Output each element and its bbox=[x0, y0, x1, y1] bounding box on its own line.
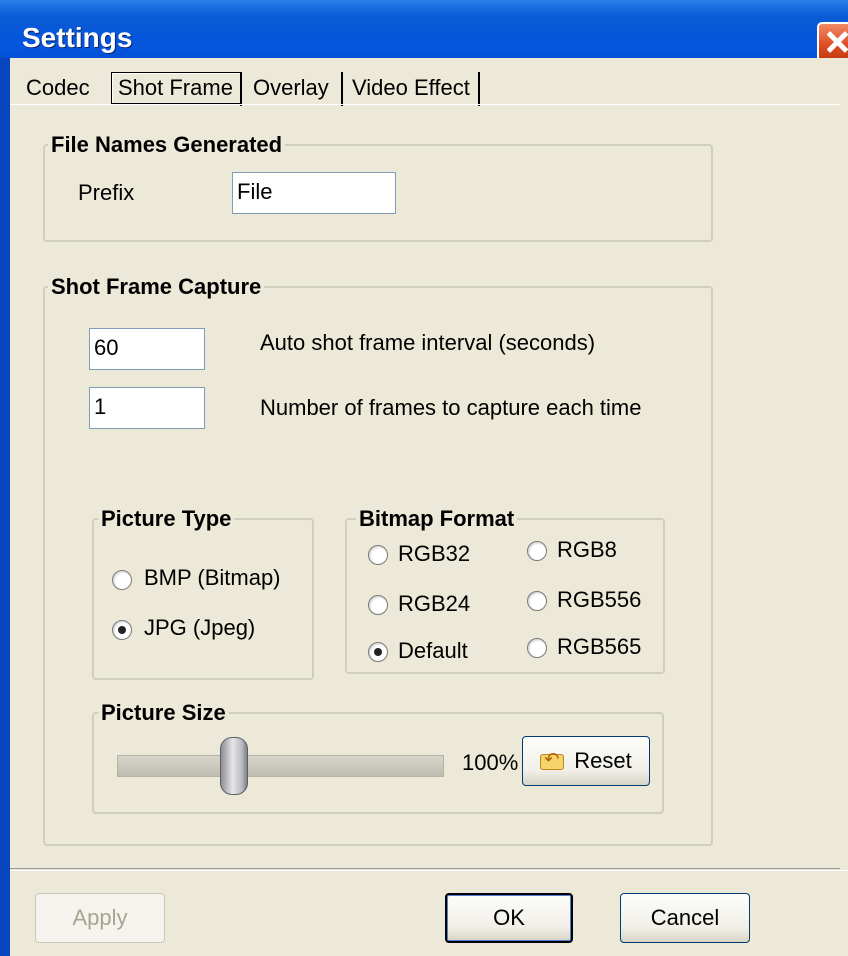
rgb32-radio[interactable] bbox=[368, 545, 388, 565]
tab-divider bbox=[478, 72, 480, 106]
default-radio[interactable] bbox=[368, 642, 388, 662]
reset-button[interactable]: ↶ Reset bbox=[522, 736, 650, 786]
default-radio-label: Default bbox=[398, 638, 468, 663]
footer-separator bbox=[10, 870, 848, 871]
picture-size-value: 100% bbox=[462, 750, 519, 775]
apply-button[interactable]: Apply bbox=[35, 893, 165, 943]
picture-type-group-label: Picture Type bbox=[98, 506, 235, 532]
tab-codec[interactable]: Codec bbox=[20, 70, 96, 106]
shot-frame-capture-group-label: Shot Frame Capture bbox=[48, 274, 265, 300]
window-border bbox=[0, 58, 10, 956]
tab-overlay[interactable]: Overlay bbox=[247, 70, 335, 106]
rgb24-radio-label: RGB24 bbox=[398, 591, 471, 616]
picture-size-group-label: Picture Size bbox=[98, 700, 229, 726]
prefix-input[interactable]: File bbox=[232, 172, 396, 214]
tab-divider bbox=[341, 72, 343, 106]
reset-button-label: Reset bbox=[574, 748, 632, 773]
rgb565-radio[interactable] bbox=[527, 638, 547, 658]
picture-size-slider-thumb[interactable] bbox=[220, 737, 248, 795]
bitmap-format-group-label: Bitmap Format bbox=[356, 506, 518, 532]
bmp-radio[interactable] bbox=[112, 570, 132, 590]
frames-label: Number of frames to capture each time bbox=[260, 395, 642, 420]
cancel-button[interactable]: Cancel bbox=[620, 893, 750, 943]
rgb8-radio-label: RGB8 bbox=[557, 537, 617, 562]
jpg-radio-label: JPG (Jpeg) bbox=[144, 615, 256, 640]
picture-type-group bbox=[92, 518, 314, 680]
ok-button[interactable]: OK bbox=[445, 893, 573, 943]
interval-label: Auto shot frame interval (seconds) bbox=[260, 330, 596, 355]
close-icon[interactable] bbox=[817, 22, 848, 62]
rgb556-radio[interactable] bbox=[527, 591, 547, 611]
rgb24-radio[interactable] bbox=[368, 595, 388, 615]
rgb565-radio-label: RGB565 bbox=[557, 634, 642, 659]
rgb556-radio-label: RGB556 bbox=[557, 587, 642, 612]
interval-input[interactable]: 60 bbox=[89, 328, 205, 370]
rgb32-radio-label: RGB32 bbox=[398, 541, 471, 566]
tab-shot-frame[interactable]: Shot Frame bbox=[111, 72, 242, 104]
prefix-label: Prefix bbox=[78, 180, 135, 205]
rgb8-radio[interactable] bbox=[527, 541, 547, 561]
window-title: Settings bbox=[22, 22, 133, 53]
picture-size-slider-track[interactable] bbox=[117, 755, 444, 777]
bmp-radio-label: BMP (Bitmap) bbox=[144, 565, 281, 590]
file-names-group-label: File Names Generated bbox=[48, 132, 286, 158]
tab-divider bbox=[240, 72, 242, 106]
tab-video-effect[interactable]: Video Effect bbox=[346, 70, 476, 106]
jpg-radio[interactable] bbox=[112, 620, 132, 640]
reset-icon: ↶ bbox=[540, 750, 566, 772]
frames-input[interactable]: 1 bbox=[89, 387, 205, 429]
